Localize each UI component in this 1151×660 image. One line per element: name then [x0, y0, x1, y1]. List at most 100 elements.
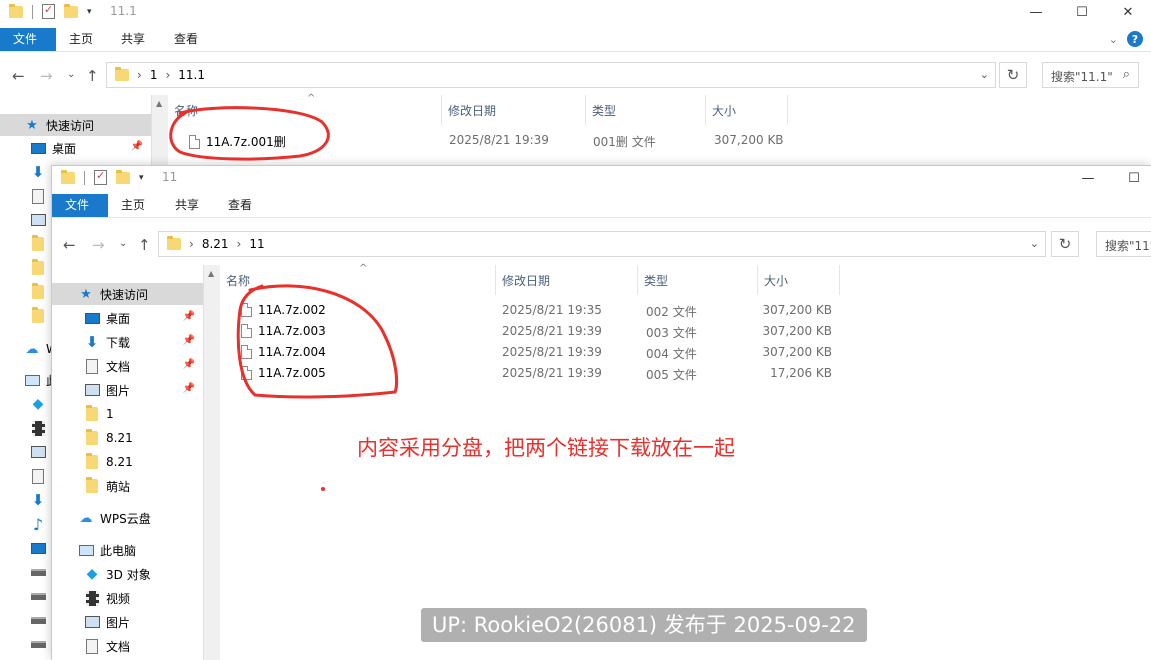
pin-icon[interactable]: 📌	[183, 311, 195, 322]
sidebar-item-desktop[interactable]: 桌面 📌	[52, 307, 203, 329]
forward-arrow-icon[interactable]: →	[92, 236, 105, 254]
minimize-button[interactable]: —	[1013, 0, 1059, 24]
expand-ribbon-icon[interactable]: ⌄	[1109, 33, 1118, 46]
search-input[interactable]: 搜索"11.1" ⌕	[1042, 62, 1139, 88]
tab-home[interactable]: 主页	[108, 194, 158, 217]
desktop-icon	[30, 140, 46, 156]
search-input[interactable]: 搜索"11"	[1096, 231, 1151, 257]
sidebar-item-label: 图片	[106, 383, 131, 398]
address-dropdown-icon[interactable]: ⌄	[1030, 237, 1039, 250]
window-title: 11.1	[110, 4, 137, 18]
back-arrow-icon[interactable]: ←	[12, 67, 25, 85]
new-folder-icon[interactable]	[64, 3, 78, 18]
annotation-text: 内容采用分盘，把两个链接下载放在一起	[357, 436, 735, 460]
column-header-size[interactable]: 大小	[706, 95, 788, 125]
chevron-right-icon[interactable]: ›	[237, 237, 242, 251]
sidebar-item-folder-1[interactable]: 1	[52, 403, 203, 425]
address-dropdown-icon[interactable]: ⌄	[980, 68, 989, 81]
forward-arrow-icon[interactable]: →	[40, 67, 53, 85]
pin-icon[interactable]: 📌	[183, 359, 195, 370]
customize-dropdown-icon[interactable]: ▾	[139, 173, 144, 183]
sidebar-scrollbar[interactable]: ▲	[203, 265, 220, 660]
pin-icon[interactable]: 📌	[183, 383, 195, 394]
breadcrumb-item[interactable]: 11.1	[178, 68, 205, 82]
document-icon	[84, 358, 100, 374]
column-header-name[interactable]: 名称	[168, 95, 442, 125]
tab-home[interactable]: 主页	[56, 28, 106, 51]
chevron-right-icon[interactable]: ›	[137, 68, 142, 82]
tab-view[interactable]: 查看	[161, 28, 211, 51]
address-bar[interactable]: › 8.21 › 11 ⌄	[158, 231, 1046, 257]
new-folder-icon[interactable]	[116, 169, 130, 184]
chevron-right-icon[interactable]: ›	[165, 68, 170, 82]
refresh-button[interactable]: ↻	[999, 62, 1027, 88]
refresh-button[interactable]: ↻	[1051, 231, 1079, 257]
breadcrumb-item[interactable]: 1	[150, 68, 158, 82]
file-type: 004 文件	[646, 347, 697, 361]
pin-icon[interactable]: 📌	[183, 335, 195, 346]
maximize-button[interactable]: ☐	[1111, 166, 1151, 190]
recent-locations-icon[interactable]: ⌄	[67, 69, 75, 80]
sidebar-item-pictures[interactable]: 图片 📌	[52, 379, 203, 401]
sidebar-item-folder-mengzhan[interactable]: 萌站	[52, 475, 203, 497]
star-icon: ★	[80, 286, 92, 302]
breadcrumb-item[interactable]: 11	[249, 237, 264, 251]
column-header-modified[interactable]: 修改日期	[496, 265, 638, 295]
breadcrumb-item[interactable]: 8.21	[202, 237, 229, 251]
up-arrow-icon[interactable]: ↑	[138, 236, 151, 254]
sidebar-item-label: 图片	[106, 615, 131, 630]
tab-share[interactable]: 共享	[108, 28, 158, 51]
computer-icon	[78, 542, 94, 558]
tab-view[interactable]: 查看	[215, 194, 265, 217]
close-button[interactable]: ✕	[1105, 0, 1151, 24]
picture-icon	[30, 212, 46, 228]
column-header-size[interactable]: 大小	[758, 265, 840, 295]
properties-icon[interactable]	[42, 3, 55, 19]
column-header-modified[interactable]: 修改日期	[442, 95, 586, 125]
column-header-type[interactable]: 类型	[638, 265, 758, 295]
folder-icon	[30, 283, 46, 300]
sidebar-item-videos[interactable]: 视频	[52, 587, 203, 609]
file-row[interactable]: 11A.7z.005 2025/8/21 19:39 005 文件 17,206…	[220, 363, 920, 384]
sidebar-item-desktop[interactable]: 桌面 📌	[0, 137, 151, 159]
file-row[interactable]: 11A.7z.003 2025/8/21 19:39 003 文件 307,20…	[220, 321, 920, 342]
minimize-button[interactable]: —	[1065, 166, 1111, 190]
sidebar-item-3d-objects[interactable]: ◆ 3D 对象	[52, 563, 203, 585]
tab-file[interactable]: 文件	[0, 28, 56, 51]
scroll-up-icon[interactable]: ▲	[156, 99, 162, 108]
chevron-right-icon[interactable]: ›	[189, 237, 194, 251]
file-row[interactable]: 11A.7z.004 2025/8/21 19:39 004 文件 307,20…	[220, 342, 920, 363]
address-bar[interactable]: › 1 › 11.1 ⌄	[106, 62, 996, 88]
sidebar-item-downloads[interactable]: ⬇ 下载 📌	[52, 331, 203, 353]
up-arrow-icon[interactable]: ↑	[86, 67, 99, 85]
file-row[interactable]: 11A.7z.001删 2025/8/21 19:39 001删 文件 307,…	[168, 130, 868, 151]
column-header-type[interactable]: 类型	[586, 95, 706, 125]
folder-icon	[9, 3, 23, 18]
customize-dropdown-icon[interactable]: ▾	[87, 7, 92, 17]
sidebar-item-documents[interactable]: 文档	[52, 635, 203, 657]
sidebar-item-folder-8-21[interactable]: 8.21	[52, 451, 203, 473]
scroll-up-icon[interactable]: ▲	[208, 269, 214, 278]
sidebar-item-quick-access[interactable]: ★ 快速访问	[0, 114, 151, 136]
sidebar-item-pictures[interactable]: 图片	[52, 611, 203, 633]
title-bar: ▾ 11.1 — ☐ ✕	[0, 0, 1151, 24]
sidebar-item-label: 8.21	[106, 431, 133, 445]
column-header-name[interactable]: 名称	[220, 265, 496, 295]
tab-file[interactable]: 文件	[52, 194, 108, 217]
sidebar-item-quick-access[interactable]: ★ 快速访问	[52, 283, 203, 305]
maximize-button[interactable]: ☐	[1059, 0, 1105, 24]
sidebar-item-this-pc[interactable]: 此电脑	[52, 539, 203, 561]
sidebar-item-wps[interactable]: ☁ WPS云盘	[52, 507, 203, 529]
desktop-icon	[30, 540, 46, 556]
pin-icon[interactable]: 📌	[131, 141, 143, 152]
sidebar-item-documents[interactable]: 文档 📌	[52, 355, 203, 377]
document-icon	[30, 188, 46, 204]
back-arrow-icon[interactable]: ←	[63, 236, 76, 254]
help-icon[interactable]: ?	[1127, 31, 1143, 47]
properties-icon[interactable]	[94, 169, 107, 185]
recent-locations-icon[interactable]: ⌄	[119, 238, 127, 249]
file-row[interactable]: 11A.7z.002 2025/8/21 19:35 002 文件 307,20…	[220, 300, 920, 321]
tab-share[interactable]: 共享	[162, 194, 212, 217]
sidebar-item-folder-8-21[interactable]: 8.21	[52, 427, 203, 449]
explorer-window-front: ▾ 11 — ☐ 文件 主页 共享 查看 ← → ⌄ ↑ › 8.21 › 11…	[51, 165, 1151, 660]
